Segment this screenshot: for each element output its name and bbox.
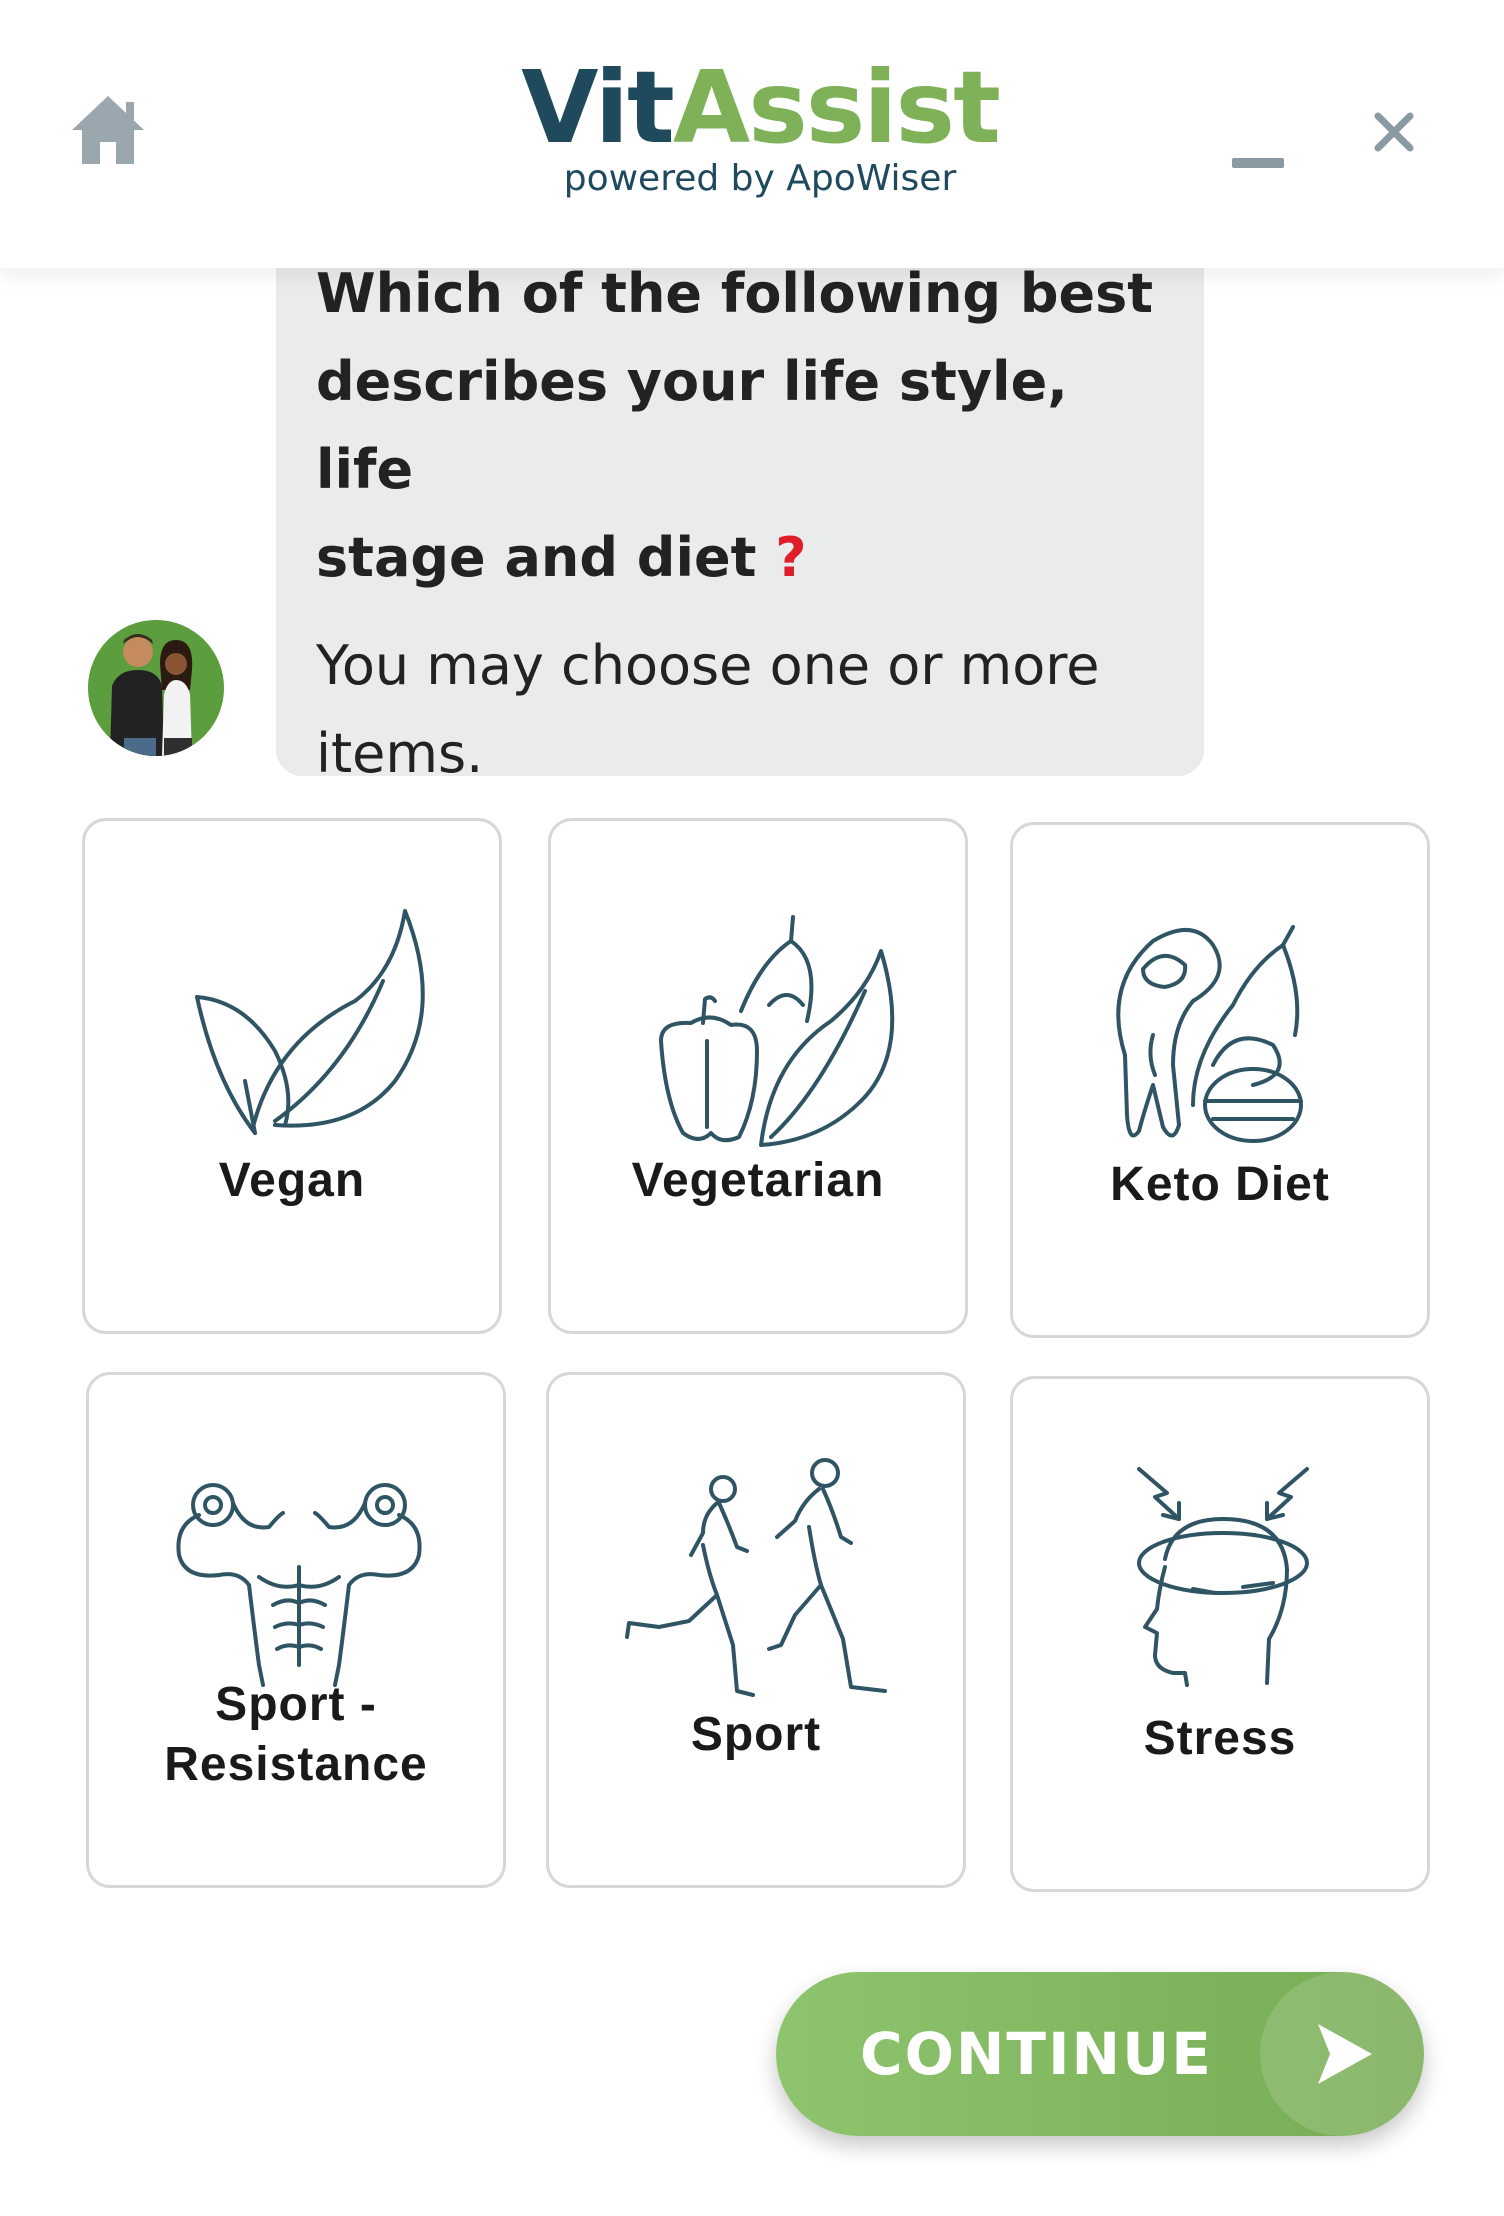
option-vegetarian[interactable]: Vegetarian [548,818,968,1334]
chat-bubble: Which of the following best describes yo… [276,220,1204,785]
continue-label: CONTINUE [860,2020,1213,2088]
app-header: VitAssist powered by ApoWiser [0,0,1504,268]
minimize-button[interactable] [1232,158,1284,168]
leaves-icon [195,909,425,1135]
brand-tagline: powered by ApoWiser [563,158,957,199]
option-label: Vegan [218,1154,366,1207]
couple-avatar-icon [88,620,224,756]
continue-button[interactable]: CONTINUE [776,1972,1424,2136]
option-label: Vegetarian [631,1154,885,1207]
brand-name: VitAssist [521,49,1001,166]
question-text: Which of the following best describes yo… [316,262,1154,589]
option-label: Sport [690,1708,822,1761]
option-label: Keto Diet [1110,1158,1330,1211]
vitassist-page: VitAssist powered by ApoWiser Which of t… [0,0,1504,2216]
stressed-head-icon [1137,1467,1309,1687]
option-sport[interactable]: Sport [546,1372,966,1888]
arrow-right-icon [1318,2024,1372,2084]
option-label: Stress [1143,1712,1297,1765]
close-icon [1374,112,1414,152]
option-keto-diet[interactable]: Keto Diet [1010,822,1430,1338]
option-label: Sport - Resistance [164,1678,428,1791]
runners-icon [625,1458,887,1697]
continue-arrow-circle [1260,1972,1424,2136]
question-mark-icon: ? [775,526,807,589]
keto-food-icon [1116,925,1303,1143]
vitassist-logo: VitAssist powered by ApoWiser [500,52,1020,212]
option-sport-resistance[interactable]: Sport - Resistance [86,1372,506,1888]
option-stress[interactable]: Stress [1010,1376,1430,1892]
home-icon [72,96,144,164]
vegetables-icon [659,915,895,1147]
home-button[interactable] [66,88,150,172]
instruction-text: You may choose one or more items. [316,634,1100,785]
option-vegan[interactable]: Vegan [82,818,502,1334]
assistant-avatar [88,620,224,756]
close-button[interactable] [1370,108,1418,156]
